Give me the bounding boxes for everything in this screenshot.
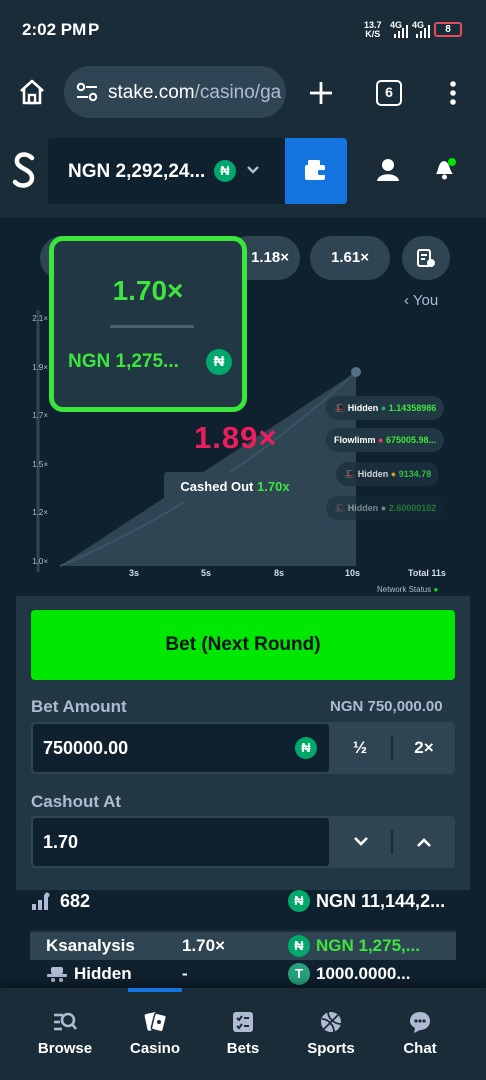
chevron-down-icon	[247, 166, 259, 174]
nav-browse[interactable]: Browse	[20, 988, 110, 1080]
y-tick: 2.1×	[32, 314, 48, 323]
battery-icon: 8	[434, 22, 462, 37]
data-rate: 13.7 K/S	[364, 20, 382, 39]
y-tick: 1.7×	[32, 411, 48, 420]
divider	[391, 830, 393, 854]
history-button[interactable]	[402, 236, 450, 280]
tab-switcher-button[interactable]: 6	[376, 80, 402, 106]
bet-user: Hidden	[74, 964, 132, 983]
nav-casino[interactable]: Casino	[110, 988, 200, 1080]
bets-list: Ksanalysis 1.70× ₦ NGN 1,275,... Hidden …	[30, 930, 456, 992]
player-pill: 🎩 Hidden ● 1.14358986	[326, 396, 445, 420]
signal-icon	[394, 25, 408, 38]
player-pill: 🎩 Hidden ● 2.60000102	[326, 496, 445, 520]
bottom-navigation: Browse Casino Bets Sports Chat	[0, 988, 486, 1080]
y-tick: 1.9×	[32, 363, 48, 372]
player-pill: 🎩 Hidden ● 9134.78	[336, 462, 440, 486]
ngn-coin-icon: ₦	[295, 737, 317, 759]
cashout-win-popup: 1.70× NGN 1,275... ₦	[49, 236, 247, 412]
browse-icon	[54, 1012, 77, 1031]
stake-logo-icon[interactable]	[10, 150, 40, 190]
cashout-at-input[interactable]: 1.70	[33, 818, 329, 866]
bet-amount-group: 750000.00 ₦ ½ 2×	[31, 722, 455, 774]
notification-icon: P	[88, 20, 100, 39]
x-tick: 10s	[345, 568, 361, 578]
usdt-coin-icon: T	[288, 963, 310, 985]
nav-label: Bets	[226, 1040, 260, 1057]
cashout-at-label: Cashout At	[31, 792, 122, 811]
popup-divider	[110, 325, 194, 328]
ngn-coin-icon: ₦	[206, 349, 232, 375]
y-tick: 1.2×	[32, 508, 48, 517]
cashed-out-badge: Cashed Out 1.70x	[164, 472, 306, 502]
notifications-icon[interactable]	[432, 156, 458, 182]
network-status: Network Status ●	[377, 585, 439, 594]
bet-multiplier: -	[182, 964, 188, 983]
wallet-icon	[305, 160, 327, 180]
bet-amount-display: NGN 750,000.00	[330, 698, 443, 715]
site-header: NGN 2,292,24... ₦	[0, 126, 486, 218]
casino-icon	[144, 1012, 167, 1033]
x-tick: 3s	[129, 568, 140, 578]
half-button[interactable]: ½	[329, 722, 391, 774]
y-tick: 1.0×	[32, 557, 48, 566]
url-bar[interactable]: stake.com/casino/ga	[64, 66, 286, 118]
total-time: Total 11s	[408, 568, 446, 578]
bet-amount-input[interactable]: 750000.00 ₦	[33, 724, 329, 772]
active-tab-indicator	[128, 988, 182, 992]
bet-multiplier: 1.70×	[182, 936, 226, 955]
bet-amount-label: Bet Amount	[31, 697, 127, 716]
bet-button[interactable]: Bet (Next Round)	[31, 610, 455, 680]
bets-icon	[233, 1012, 253, 1032]
bet-row: Hidden - T 1000.0000...	[30, 960, 456, 988]
x-tick: 5s	[201, 568, 212, 578]
cashout-at-group: 1.70	[31, 816, 455, 868]
bet-amount: 1000.0000...	[316, 964, 411, 983]
browser-toolbar: stake.com/casino/ga 6	[0, 60, 486, 126]
status-bar: 2:02 PM P 13.7 K/S 4G 4G 8	[0, 0, 486, 60]
signal-icon-2	[416, 25, 430, 38]
history-pill-2[interactable]: 1.61×	[310, 236, 390, 280]
ngn-coin-icon: ₦	[288, 890, 310, 912]
double-button[interactable]: 2×	[393, 722, 455, 774]
current-multiplier: 1.89×	[194, 420, 278, 455]
bet-row: Ksanalysis 1.70× ₦ NGN 1,275,...	[30, 932, 456, 960]
ngn-coin-icon: ₦	[288, 935, 310, 957]
history-icon	[417, 249, 435, 267]
balance-selector[interactable]: NGN 2,292,24... ₦	[48, 138, 285, 204]
new-tab-icon[interactable]	[308, 80, 334, 106]
wallet-button[interactable]	[285, 138, 347, 204]
ngn-coin-icon: ₦	[214, 160, 236, 182]
nav-label: Browse	[37, 1040, 93, 1057]
nav-bets[interactable]: Bets	[198, 988, 288, 1080]
user-icon[interactable]	[376, 158, 400, 182]
home-icon[interactable]	[18, 78, 46, 106]
x-tick: 8s	[274, 568, 285, 578]
more-menu-icon[interactable]	[446, 80, 460, 106]
popup-multiplier: 1.70×	[112, 275, 184, 306]
player-pill: Flowlimm ● 675005.98...	[326, 428, 445, 452]
popup-win-amount: NGN 1,275...	[68, 351, 179, 372]
chat-icon	[410, 1012, 430, 1033]
balance-amount: NGN 2,292,24...	[68, 161, 206, 182]
players-icon	[32, 892, 50, 910]
status-time: 2:02 PM	[22, 20, 87, 39]
url-text: stake.com/casino/ga	[108, 82, 282, 103]
round-stats: 682 ₦ NGN 11,144,2...	[0, 880, 486, 920]
nav-label: Chat	[403, 1040, 437, 1057]
nav-chat[interactable]: Chat	[375, 988, 465, 1080]
nav-label: Sports	[307, 1040, 355, 1057]
bet-amount: NGN 1,275,...	[316, 936, 420, 955]
players-count: 682	[60, 891, 91, 911]
bet-user: Ksanalysis	[46, 936, 135, 955]
hidden-user-icon	[47, 967, 67, 982]
decrease-cashout-button[interactable]	[353, 836, 369, 848]
total-bet-amount: NGN 11,144,2...	[316, 891, 446, 911]
site-settings-icon[interactable]	[76, 82, 98, 102]
increase-cashout-button[interactable]	[416, 836, 432, 848]
nav-sports[interactable]: Sports	[286, 988, 376, 1080]
nav-label: Casino	[129, 1040, 180, 1057]
sports-icon	[321, 1011, 342, 1033]
y-tick: 1.5×	[32, 460, 48, 469]
